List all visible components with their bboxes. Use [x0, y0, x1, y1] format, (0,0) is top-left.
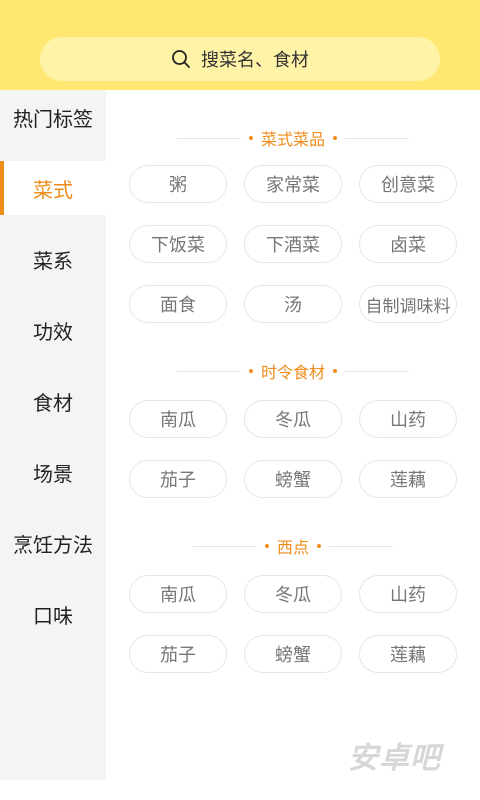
- header-bar: 搜菜名、食材: [0, 0, 480, 90]
- tag-chip[interactable]: 自制调味料: [359, 285, 457, 323]
- tag-chip[interactable]: 螃蟹: [244, 635, 342, 673]
- divider: [345, 137, 409, 139]
- sidebar-item-hot-tags[interactable]: 热门标签: [0, 90, 106, 144]
- accent-dot: [248, 369, 253, 373]
- category-sidebar: 热门标签 菜式 菜系 功效 食材 场景 烹饪方法 口味: [0, 90, 106, 780]
- tag-chip[interactable]: 茄子: [129, 635, 227, 673]
- tag-chip[interactable]: 莲藕: [359, 460, 457, 498]
- sidebar-item-flavor[interactable]: 口味: [0, 587, 106, 641]
- section-title-text: 西点: [276, 538, 309, 557]
- section-title-seasonal: 时令食材: [106, 356, 480, 386]
- tag-chip[interactable]: 山药: [359, 575, 457, 613]
- accent-dot: [333, 136, 337, 140]
- search-placeholder: 搜菜名、食材: [201, 50, 309, 71]
- tag-chip[interactable]: 山药: [359, 400, 457, 438]
- tag-chip[interactable]: 粥: [129, 165, 227, 203]
- tag-chip[interactable]: 创意菜: [359, 165, 457, 203]
- divider: [176, 137, 241, 139]
- search-bar[interactable]: 搜菜名、食材: [40, 37, 440, 81]
- search-icon: [171, 49, 191, 69]
- tag-chip[interactable]: 莲藕: [359, 635, 457, 673]
- tag-chip[interactable]: 家常菜: [244, 165, 342, 203]
- section-title-pastry: 西点: [106, 531, 480, 561]
- tag-chip[interactable]: 下饭菜: [129, 225, 227, 263]
- tag-chip[interactable]: 冬瓜: [244, 575, 342, 613]
- divider: [345, 370, 409, 372]
- divider: [329, 545, 393, 547]
- tag-chip[interactable]: 卤菜: [359, 225, 457, 263]
- accent-dot: [264, 544, 269, 548]
- tag-chip[interactable]: 冬瓜: [244, 400, 342, 438]
- section-title-dishes: 菜式菜品: [106, 123, 480, 153]
- bottom-strip: [0, 780, 480, 800]
- accent-dot: [333, 369, 337, 373]
- tag-chip[interactable]: 下酒菜: [244, 225, 342, 263]
- divider: [176, 370, 241, 372]
- sidebar-item-scene[interactable]: 场景: [0, 445, 106, 499]
- sidebar-item-dish-style[interactable]: 菜式: [0, 161, 106, 215]
- tag-chip[interactable]: 南瓜: [129, 400, 227, 438]
- accent-dot: [248, 136, 253, 140]
- divider: [192, 545, 257, 547]
- tag-chip[interactable]: 茄子: [129, 460, 227, 498]
- sidebar-item-cuisine[interactable]: 菜系: [0, 232, 106, 286]
- sidebar-item-cooking-method[interactable]: 烹饪方法: [0, 516, 106, 570]
- section-title-text: 菜式菜品: [260, 130, 325, 149]
- tag-chip[interactable]: 面食: [129, 285, 227, 323]
- tag-content-panel: 菜式菜品 粥 家常菜 创意菜 下饭菜 下酒菜 卤菜 面食 汤 自制调味料 时令食…: [106, 90, 480, 780]
- watermark-logo: 安卓吧: [348, 741, 441, 776]
- tag-chip[interactable]: 南瓜: [129, 575, 227, 613]
- accent-dot: [317, 544, 321, 548]
- tag-chip[interactable]: 汤: [244, 285, 342, 323]
- section-title-text: 时令食材: [260, 363, 325, 382]
- sidebar-item-efficacy[interactable]: 功效: [0, 303, 106, 357]
- tag-chip[interactable]: 螃蟹: [244, 460, 342, 498]
- sidebar-item-ingredients[interactable]: 食材: [0, 374, 106, 428]
